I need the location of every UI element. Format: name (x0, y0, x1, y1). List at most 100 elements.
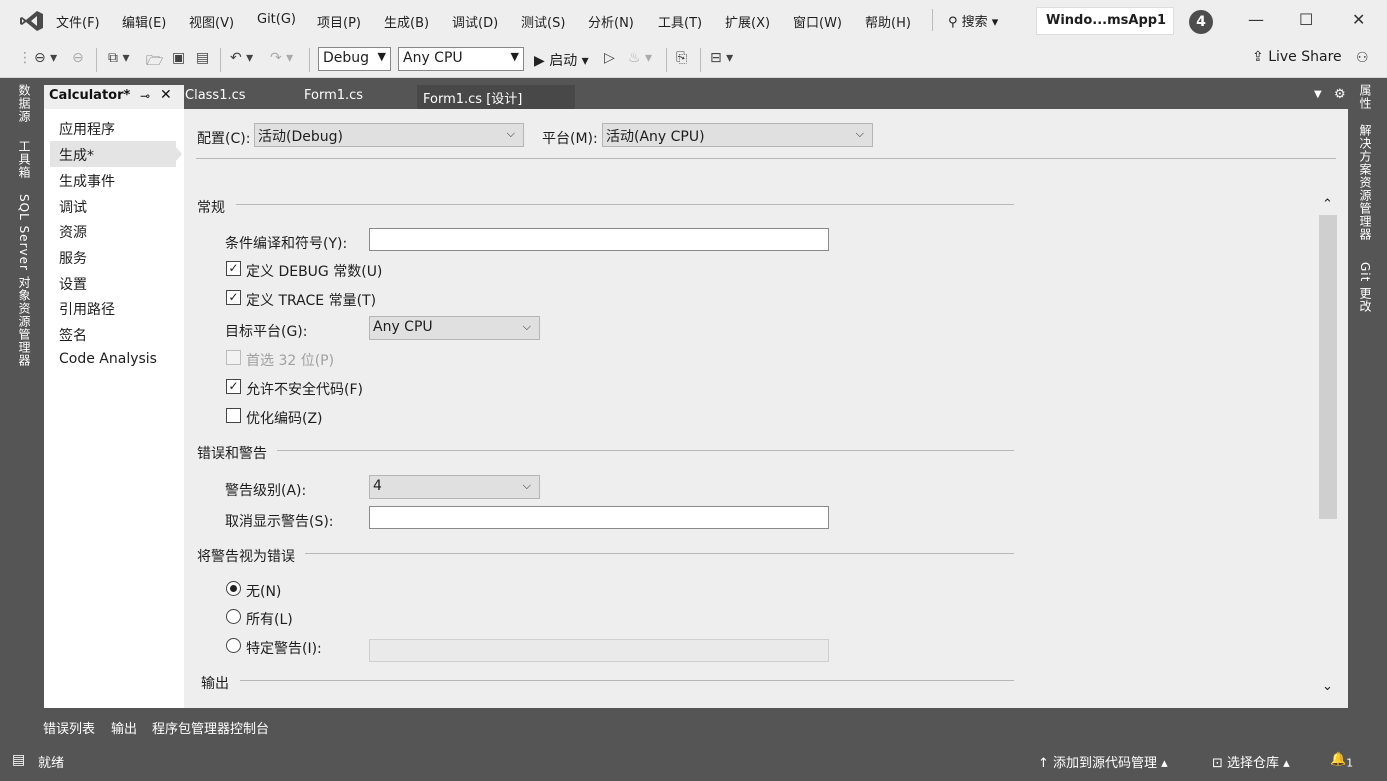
solution-name: Windo...msApp1 (1036, 7, 1174, 35)
side-tab-toolbox[interactable]: 工具箱 (16, 140, 33, 179)
define-trace-checkbox[interactable]: ✓ (226, 290, 241, 305)
chevron-down-icon: ▼ (510, 50, 519, 63)
nav-item-build[interactable]: 生成* (59, 145, 94, 165)
warning-level-label: 警告级别(A): (225, 483, 307, 499)
treat-none-radio[interactable] (226, 581, 241, 596)
open-folder-icon[interactable]: 🗁 (146, 50, 163, 74)
toolbar-options-icon[interactable]: ⊟ ▾ (710, 50, 733, 66)
close-window-button[interactable]: ✕ (1352, 10, 1365, 29)
toolbar-separator (220, 48, 221, 72)
menu-window[interactable]: 窗口(W) (793, 12, 842, 31)
menu-edit[interactable]: 编辑(E) (122, 12, 166, 31)
treat-specific-radio[interactable] (226, 638, 241, 653)
select-repository[interactable]: ⊡ 选择仓库 ▴ (1212, 752, 1290, 771)
nav-item-resources[interactable]: 资源 (59, 222, 87, 242)
menu-project[interactable]: 项目(P) (317, 12, 361, 31)
save-all-icon[interactable]: ▤ (196, 50, 209, 66)
live-share-button[interactable]: ⇪ Live Share (1252, 49, 1342, 65)
feedback-icon[interactable]: ⚇ (1356, 50, 1369, 66)
arrow-up-icon: ↑ (1038, 756, 1054, 771)
redo-icon[interactable]: ↷ ▾ (270, 50, 293, 66)
browser-link-icon[interactable]: ⎘ (676, 50, 687, 66)
tab-form1-design[interactable]: Form1.cs [设计] (417, 85, 575, 109)
nav-item-code-analysis[interactable]: Code Analysis (59, 351, 157, 367)
tab-calculator[interactable]: Calculator* ⊸ ✕ (44, 85, 184, 109)
nav-item-settings[interactable]: 设置 (59, 274, 87, 294)
suppress-warnings-input[interactable] (369, 506, 829, 529)
menu-extensions[interactable]: 扩展(X) (725, 12, 770, 31)
notification-badge[interactable]: 4 (1189, 10, 1213, 34)
tab-output[interactable]: 输出 (111, 718, 137, 737)
side-tab-datasources[interactable]: 数据源 (16, 84, 33, 123)
menu-view[interactable]: 视图(V) (189, 12, 234, 31)
start-without-debug-icon[interactable]: ▷ (604, 50, 615, 66)
chevron-down-icon: ⌵ (522, 479, 531, 492)
visual-studio-logo-icon[interactable] (20, 10, 44, 32)
menu-build[interactable]: 生成(B) (384, 12, 429, 31)
side-tab-git-changes[interactable]: Git 更改 (1357, 262, 1374, 313)
nav-item-application[interactable]: 应用程序 (59, 119, 115, 139)
menu-debug[interactable]: 调试(D) (452, 12, 498, 31)
tab-list-dropdown-icon[interactable]: ▼ (1314, 89, 1322, 100)
build-properties-page: 配置(C): 活动(Debug) ⌵ 平台(M): 活动(Any CPU) ⌵ 常规… (184, 109, 1348, 708)
hot-reload-icon[interactable]: ♨ ▾ (628, 50, 652, 66)
chevron-down-icon: ⌵ (506, 127, 515, 140)
scrollbar-thumb[interactable] (1319, 215, 1337, 519)
specific-warnings-input[interactable] (369, 639, 829, 662)
tab-form1[interactable]: Form1.cs (298, 85, 416, 109)
undo-icon[interactable]: ↶ ▾ (230, 50, 253, 66)
tab-error-list[interactable]: 错误列表 (43, 718, 95, 737)
config-dropdown[interactable]: 活动(Debug) ⌵ (254, 123, 524, 147)
back-icon[interactable]: ⊖ ▾ (34, 50, 57, 66)
minimize-button[interactable]: — (1248, 10, 1264, 29)
tab-class1[interactable]: Class1.cs (179, 85, 297, 109)
maximize-button[interactable]: ☐ (1299, 10, 1313, 29)
nav-item-signing[interactable]: 签名 (59, 325, 87, 345)
add-to-source-control[interactable]: ↑ 添加到源代码管理 ▴ (1038, 752, 1168, 771)
menu-help[interactable]: 帮助(H) (865, 12, 911, 31)
gear-icon[interactable]: ⚙ (1334, 87, 1346, 102)
toolbar: ⋮ ⊖ ▾ ⊖ ⧉ ▾ 🗁 ▣ ▤ ↶ ▾ ↷ ▾ Debug ▼ Any CPU… (0, 40, 1387, 78)
prefer-32bit-checkbox[interactable] (226, 350, 241, 365)
tab-package-manager-console[interactable]: 程序包管理器控制台 (152, 718, 269, 737)
nav-item-build-events[interactable]: 生成事件 (59, 171, 115, 191)
define-debug-checkbox[interactable]: ✓ (226, 261, 241, 276)
menu-tools[interactable]: 工具(T) (658, 12, 702, 31)
define-trace-label: 定义 TRACE 常量(T) (246, 293, 377, 309)
close-icon[interactable]: ✕ (160, 87, 172, 103)
notifications-button[interactable]: 🔔1 (1330, 752, 1353, 770)
optimize-label: 优化编码(Z) (246, 411, 323, 427)
forward-icon[interactable]: ⊖ (72, 50, 84, 66)
menu-analyze[interactable]: 分析(N) (588, 12, 634, 31)
platform-dropdown[interactable]: Any CPU ▼ (398, 47, 524, 71)
configuration-dropdown[interactable]: Debug ▼ (318, 47, 391, 71)
toolbar-separator (666, 48, 667, 72)
warning-level-select[interactable]: 4 ⌵ (369, 475, 540, 499)
status-bar (0, 746, 1387, 781)
save-icon[interactable]: ▣ (172, 50, 185, 66)
search-button[interactable]: ⚲ 搜索 ▾ (948, 11, 998, 30)
side-tab-properties[interactable]: 属性 (1357, 84, 1374, 110)
scroll-down-icon[interactable]: ⌄ (1322, 679, 1333, 694)
menu-file[interactable]: 文件(F) (56, 12, 100, 31)
target-platform-select[interactable]: Any CPU ⌵ (369, 316, 540, 340)
treat-specific-label: 特定警告(I): (246, 641, 322, 657)
allow-unsafe-checkbox[interactable]: ✓ (226, 379, 241, 394)
scroll-up-icon[interactable]: ⌃ (1322, 197, 1333, 212)
side-tab-sql-server[interactable]: SQL Server 对象资源管理器 (16, 194, 33, 367)
divider (277, 450, 1014, 451)
new-project-icon[interactable]: ⧉ ▾ (108, 50, 129, 66)
start-button[interactable]: ▶ 启动 ▾ (534, 50, 589, 70)
pin-icon[interactable]: ⊸ (140, 89, 150, 103)
nav-item-debug[interactable]: 调试 (59, 197, 87, 217)
side-tab-solution-explorer[interactable]: 解决方案资源管理器 (1357, 124, 1374, 241)
symbols-label: 条件编译和符号(Y): (225, 236, 348, 252)
platform-select[interactable]: 活动(Any CPU) ⌵ (602, 123, 873, 147)
nav-item-reference-paths[interactable]: 引用路径 (59, 299, 115, 319)
menu-git[interactable]: Git(G) (257, 12, 296, 27)
symbols-input[interactable] (369, 228, 829, 251)
optimize-checkbox[interactable] (226, 408, 241, 423)
treat-all-radio[interactable] (226, 609, 241, 624)
menu-test[interactable]: 测试(S) (521, 12, 565, 31)
nav-item-services[interactable]: 服务 (59, 248, 87, 268)
